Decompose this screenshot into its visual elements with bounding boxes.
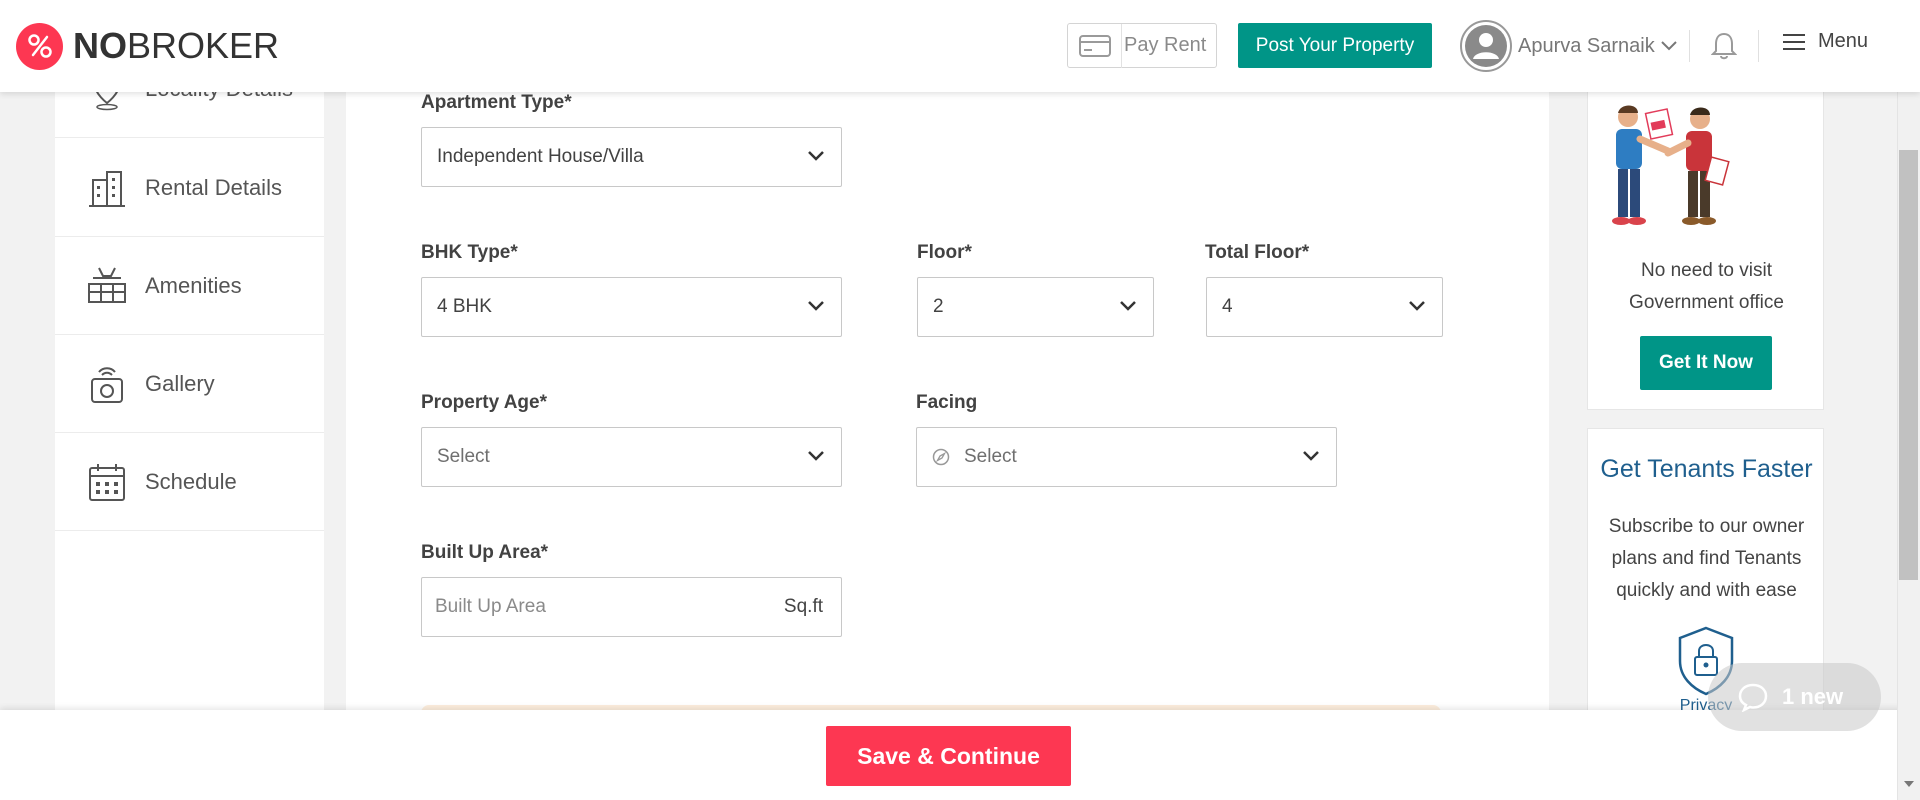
chevron-down-icon xyxy=(808,301,824,311)
tenants-title: Get Tenants Faster xyxy=(1600,455,1813,483)
built-up-area-placeholder: Built Up Area xyxy=(435,596,546,617)
chat-new-count: 1 new xyxy=(1782,684,1844,709)
camera-icon xyxy=(91,366,123,403)
floor-label: Floor* xyxy=(917,242,972,263)
sidebar-item-label: Gallery xyxy=(145,370,215,396)
credit-card-icon xyxy=(1079,34,1111,57)
sqft-unit: Sq.ft xyxy=(783,596,823,617)
total-floor-label: Total Floor* xyxy=(1205,242,1310,263)
logo-wordmark: NOBROKER xyxy=(73,25,280,66)
calendar-icon xyxy=(89,463,125,501)
amenities-icon xyxy=(88,267,126,303)
nobroker-logo[interactable]: NOBROKER xyxy=(16,21,279,71)
chevron-down-icon xyxy=(1303,451,1319,461)
promo-line-1: No need to visit xyxy=(1641,260,1772,281)
footer-bar: Save & Continue xyxy=(0,710,1920,800)
sidebar-item-label: Amenities xyxy=(145,272,242,298)
property-details-form: Apartment Type* Independent House/Villa … xyxy=(346,40,1549,765)
bell-icon[interactable] xyxy=(1711,31,1737,61)
built-up-area-label: Built Up Area* xyxy=(421,542,549,563)
chevron-down-icon xyxy=(1409,301,1425,311)
chat-widget[interactable]: 1 new xyxy=(1708,663,1881,731)
chevron-down-icon xyxy=(808,451,824,461)
save-and-continue-button[interactable]: Save & Continue xyxy=(826,726,1071,786)
total-floor-value: 4 xyxy=(1222,296,1233,317)
pay-rent-label: Pay Rent xyxy=(1124,34,1207,56)
get-it-now-button[interactable]: Get It Now xyxy=(1640,336,1772,390)
scrollbar-thumb[interactable] xyxy=(1899,150,1918,580)
logo-badge-icon xyxy=(16,22,63,70)
chevron-down-icon xyxy=(1661,41,1677,51)
floor-select[interactable]: 2 xyxy=(917,277,1154,337)
property-age-label: Property Age* xyxy=(421,392,547,413)
user-name: Apurva Sarnaik xyxy=(1518,34,1655,57)
apartment-type-select[interactable]: Independent House/Villa xyxy=(421,127,842,187)
user-menu[interactable]: Apurva Sarnaik xyxy=(1460,20,1677,72)
avatar-icon xyxy=(1460,20,1512,72)
bhk-type-value: 4 BHK xyxy=(437,296,492,317)
top-header: NOBROKER Pay Rent Post Your Property Apu… xyxy=(0,0,1920,92)
hamburger-icon xyxy=(1783,33,1805,50)
chat-bubble-icon xyxy=(1738,683,1768,712)
built-up-area-input[interactable]: Built Up Area Sq.ft xyxy=(421,577,842,637)
sidebar-item-amenities[interactable]: Amenities xyxy=(55,237,324,335)
total-floor-select[interactable]: 4 xyxy=(1206,277,1443,337)
pay-rent-button[interactable]: Pay Rent xyxy=(1067,23,1217,68)
bhk-type-select[interactable]: 4 BHK xyxy=(421,277,842,337)
floor-value: 2 xyxy=(933,296,944,317)
handshake-illustration-icon xyxy=(1612,105,1730,225)
sidebar-item-rental-details[interactable]: Rental Details xyxy=(55,139,324,237)
building-icon xyxy=(89,170,125,207)
facing-select[interactable]: Select xyxy=(916,427,1337,487)
facing-label: Facing xyxy=(916,392,978,413)
header-divider xyxy=(1689,30,1690,62)
steps-sidebar: Locality Details Rental Details Amenitie… xyxy=(55,40,324,740)
header-divider xyxy=(1758,30,1759,62)
menu-button[interactable]: Menu xyxy=(1782,30,1868,53)
promo-card: No need to visit Government office Get I… xyxy=(1587,40,1824,410)
tenants-description: Subscribe to our owner plans and find Te… xyxy=(1608,516,1805,601)
chevron-down-icon xyxy=(1120,301,1136,311)
apartment-type-value: Independent House/Villa xyxy=(437,146,644,167)
pay-rent-divider xyxy=(1121,24,1122,68)
property-age-select[interactable]: Select xyxy=(421,427,842,487)
menu-label: Menu xyxy=(1818,30,1869,52)
sidebar-item-label: Rental Details xyxy=(145,174,282,200)
facing-value: Select xyxy=(964,446,1017,467)
sidebar-item-gallery[interactable]: Gallery xyxy=(55,335,324,433)
post-property-button[interactable]: Post Your Property xyxy=(1238,23,1432,68)
bhk-type-label: BHK Type* xyxy=(421,242,518,263)
sidebar-item-label: Schedule xyxy=(145,468,237,494)
compass-icon xyxy=(932,448,950,466)
apartment-type-label: Apartment Type* xyxy=(421,92,572,113)
chevron-down-icon xyxy=(808,151,824,161)
scroll-down-arrow-icon[interactable] xyxy=(1903,780,1915,788)
property-age-value: Select xyxy=(437,446,490,467)
sidebar-item-schedule[interactable]: Schedule xyxy=(55,433,324,531)
promo-line-2: Government office xyxy=(1629,292,1784,313)
